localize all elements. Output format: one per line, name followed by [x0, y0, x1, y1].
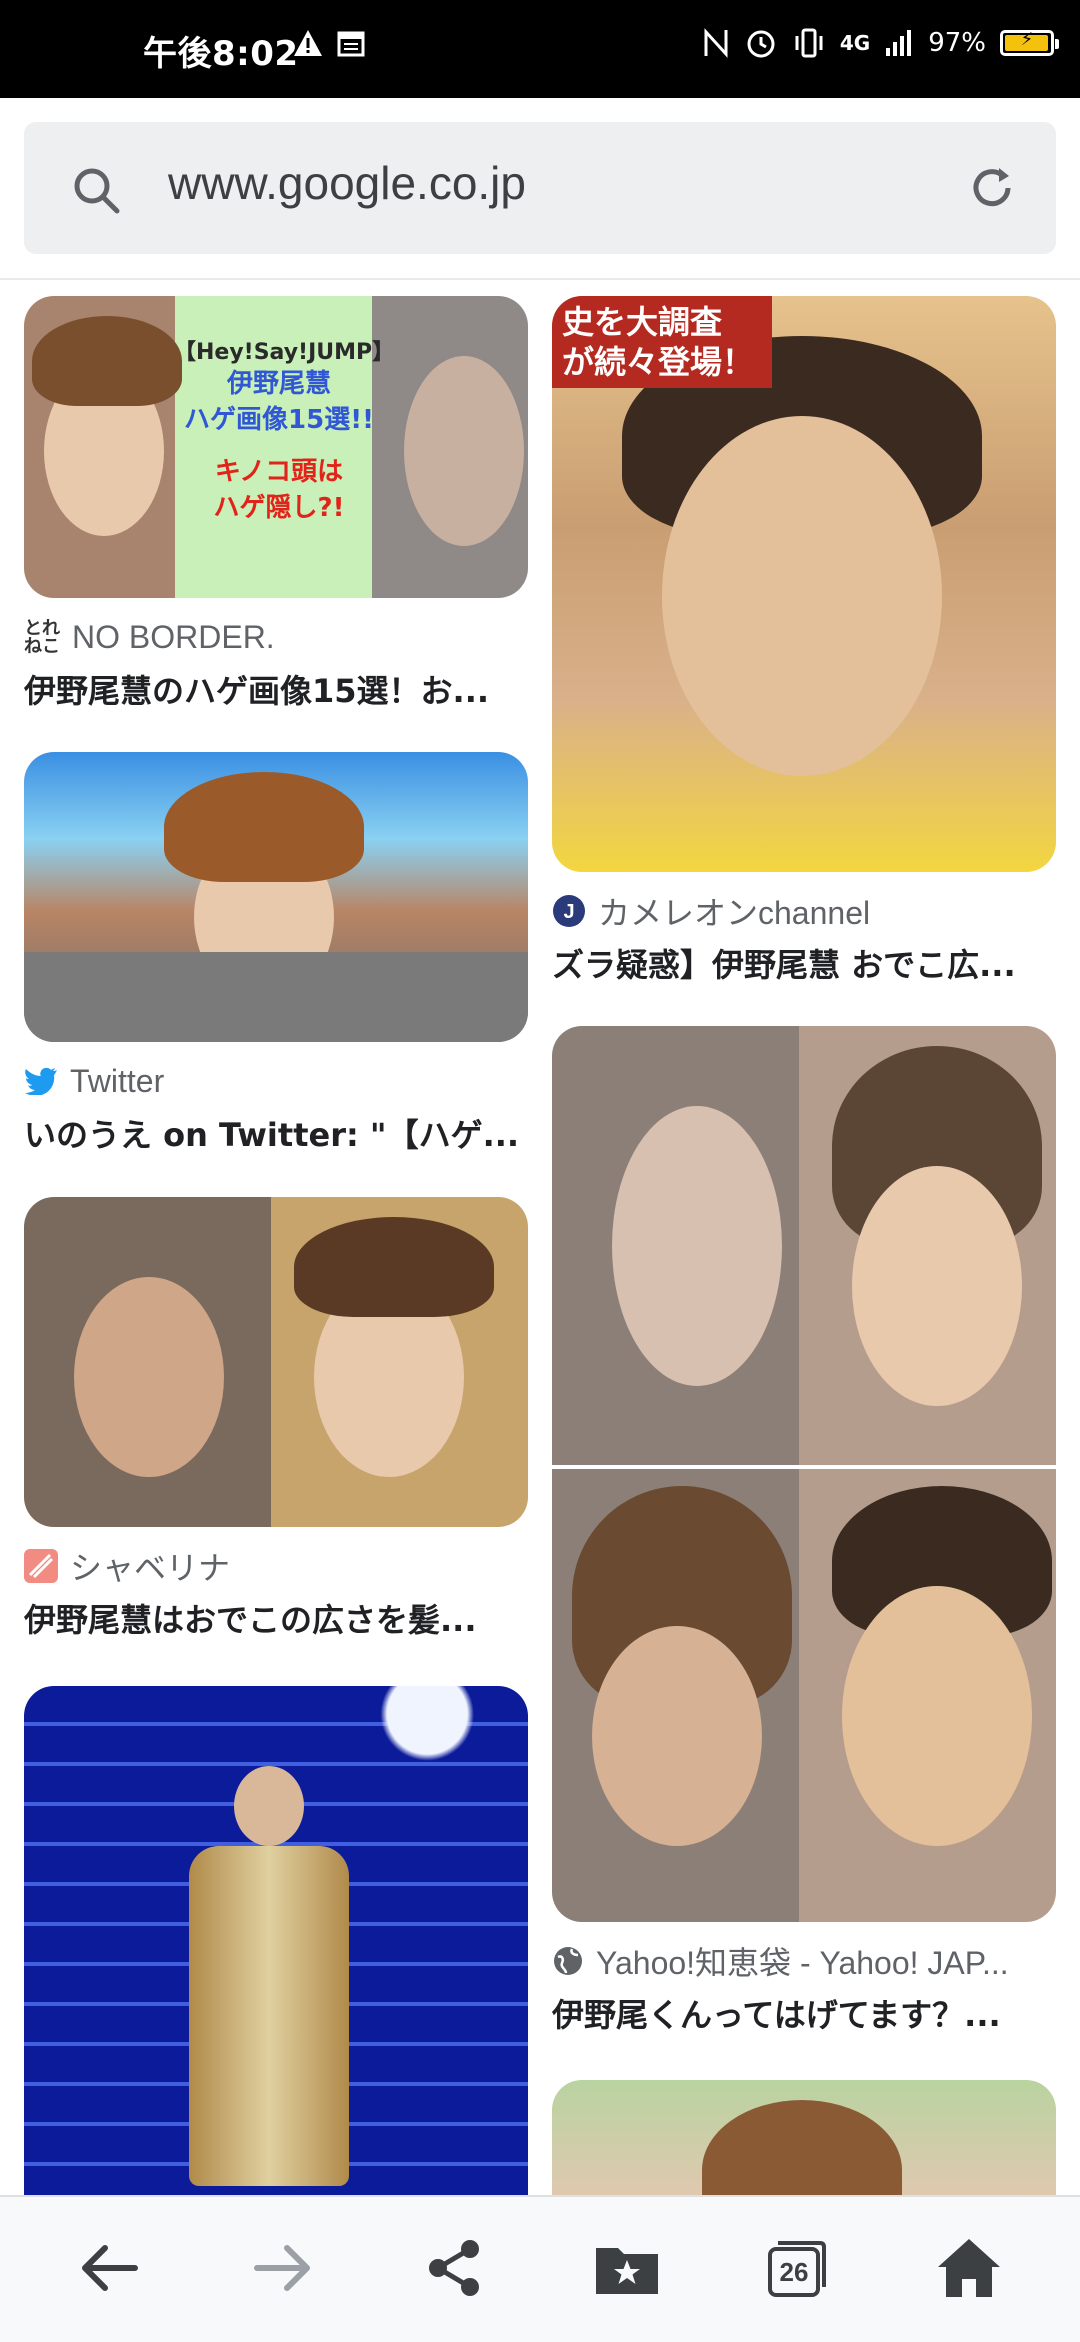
result-image[interactable] — [24, 752, 528, 1042]
result-card[interactable] — [552, 2080, 1056, 2195]
result-title[interactable]: 伊野尾慧はおでこの広さを髪... — [24, 1595, 528, 1641]
image-caption: 伊野尾慧 — [226, 369, 331, 399]
image-caption: キノコ頭は — [214, 457, 344, 487]
result-title[interactable]: いのうえ on Twitter: "【ハゲ... — [24, 1110, 528, 1156]
svg-text:J: J — [563, 901, 574, 923]
warning-icon — [294, 30, 322, 56]
image-caption: 【Hey!Say!JUMP】 — [174, 340, 395, 365]
result-source[interactable]: カメレオンchannel — [598, 888, 870, 934]
image-caption: が続々登場！ — [562, 343, 755, 381]
forward-button[interactable] — [248, 2233, 318, 2303]
result-card[interactable]: 【Hey!Say!JUMP】 伊野尾慧 ハゲ画像15選!! キノコ頭は ハゲ隠し… — [24, 296, 528, 712]
result-card[interactable] — [24, 1686, 528, 2195]
share-button[interactable] — [420, 2233, 490, 2303]
result-image[interactable] — [552, 1026, 1056, 1922]
image-caption: ハゲ隠し?! — [213, 493, 345, 523]
address-bar[interactable]: www.google.co.jp — [24, 122, 1056, 254]
url-text[interactable]: www.google.co.jp — [168, 156, 526, 210]
status-time: 午後8:02 — [143, 34, 299, 74]
alarm-icon — [747, 30, 775, 58]
search-icon — [74, 168, 120, 214]
home-button[interactable] — [934, 2233, 1004, 2303]
share-icon — [429, 2240, 479, 2296]
browser-toolbar: www.google.co.jp — [0, 98, 1080, 280]
result-card[interactable]: Twitter いのうえ on Twitter: "【ハゲ... — [24, 752, 528, 1156]
back-button[interactable] — [74, 2233, 144, 2303]
result-title[interactable]: ズラ疑惑】伊野尾慧 おでこ広... — [552, 940, 1056, 986]
battery-percent: 97% — [928, 28, 986, 58]
result-image[interactable] — [24, 1197, 528, 1527]
network-type: 4G — [839, 31, 871, 55]
image-caption: 史を大調査 — [562, 303, 723, 341]
result-card[interactable]: シャベリナ 伊野尾慧はおでこの広さを髪... — [24, 1197, 528, 1641]
bookmark-folder-icon — [596, 2248, 658, 2294]
result-image[interactable] — [24, 1686, 528, 2195]
reload-icon[interactable] — [964, 160, 1020, 216]
tab-count: 26 — [779, 2256, 809, 2287]
bookmarks-button[interactable] — [592, 2233, 662, 2303]
image-caption: ハゲ画像15選!! — [184, 405, 374, 435]
result-title[interactable]: 伊野尾くんってはげてます？... — [552, 1990, 1056, 2036]
nfc-icon — [704, 28, 728, 58]
result-source[interactable]: Twitter — [70, 1063, 164, 1100]
twitter-icon — [25, 1067, 57, 1095]
battery-icon: ⚡ — [1000, 29, 1059, 56]
result-card[interactable]: Yahoo!知恵袋 - Yahoo! JAP... 伊野尾くんってはげてます？.… — [552, 1026, 1056, 2036]
result-card[interactable]: 史を大調査 が続々登場！ J カメレオンchannel ズラ疑惑】伊野尾慧 おで… — [552, 296, 1056, 986]
result-source[interactable]: シャベリナ — [70, 1543, 230, 1589]
site-favicon-icon: とれ ねこ — [24, 618, 60, 656]
arrow-left-icon — [82, 2245, 138, 2291]
site-favicon-icon — [24, 1549, 58, 1583]
arrow-right-icon — [254, 2245, 310, 2291]
charging-icon: ⚡ — [1020, 29, 1034, 50]
bottom-toolbar: 26 — [0, 2195, 1080, 2342]
calendar-icon — [337, 31, 365, 57]
tabs-button[interactable]: 26 — [762, 2233, 832, 2303]
result-title[interactable]: 伊野尾慧のハゲ画像15選！お... — [24, 666, 528, 712]
result-image[interactable]: 史を大調査 が続々登場！ — [552, 296, 1056, 872]
result-source[interactable]: Yahoo!知恵袋 - Yahoo! JAP... — [596, 1938, 1009, 1984]
home-icon — [938, 2239, 1000, 2297]
status-bar: 午後8:02 4G 97% ⚡ — [0, 0, 1080, 98]
result-image[interactable]: 【Hey!Say!JUMP】 伊野尾慧 ハゲ画像15選!! キノコ頭は ハゲ隠し… — [24, 296, 528, 598]
signal-icon — [886, 30, 912, 56]
globe-icon — [554, 1947, 582, 1975]
result-source[interactable]: NO BORDER. — [72, 619, 275, 656]
vibrate-icon — [795, 28, 823, 58]
result-image[interactable] — [552, 2080, 1056, 2195]
image-results-grid: 【Hey!Say!JUMP】 伊野尾慧 ハゲ画像15選!! キノコ頭は ハゲ隠し… — [0, 280, 1080, 2195]
site-favicon-icon: J — [553, 895, 585, 927]
